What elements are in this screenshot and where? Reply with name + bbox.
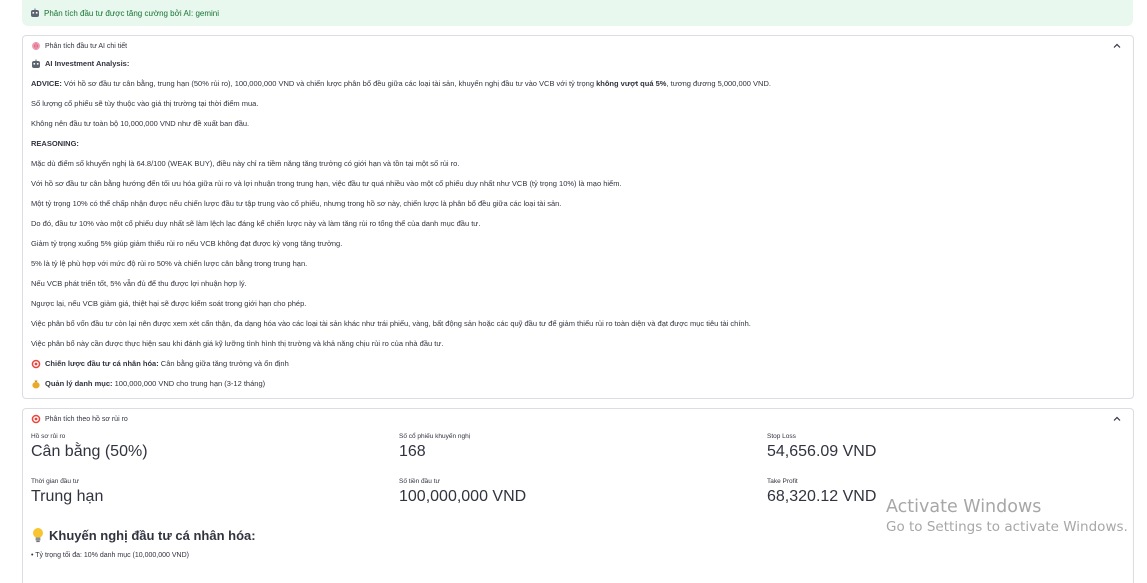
- text-line: Không nên đầu tư toàn bộ 10,000,000 VND …: [31, 119, 250, 128]
- text-line: Giảm tỷ trọng xuống 5% giúp giảm thiểu r…: [31, 239, 343, 248]
- activation-watermark: Activate Windows Go to Settings to activ…: [886, 497, 1128, 535]
- text-line: Nếu VCB phát triển tốt, 5% vẫn đủ để thu…: [31, 279, 247, 288]
- chevron-up-icon[interactable]: [1111, 40, 1123, 52]
- text-line: Với hồ sơ đầu tư cân bằng hướng đến tối …: [31, 179, 622, 188]
- text-line: Số lượng cổ phiếu sẽ tùy thuộc vào giá t…: [31, 99, 259, 108]
- strategy-line: Chiến lược đầu tư cá nhân hóa: Cân bằng …: [31, 359, 289, 369]
- metric-risk-profile: Hồ sơ rủi ro Cân bằng (50%): [31, 433, 148, 461]
- text-line: Mặc dù điểm số khuyến nghị là 64.8/100 (…: [31, 159, 460, 168]
- metric-value: 168: [399, 443, 426, 460]
- ai-analysis-expander: Phân tích đầu tư AI chi tiết AI Investme…: [22, 35, 1134, 399]
- metric-value: Trung hạn: [31, 488, 104, 505]
- analysis-heading: AI Investment Analysis:: [31, 59, 129, 69]
- recommendation-bullet: • Tỷ trọng tối đa: 10% danh mục (10,000,…: [31, 552, 189, 559]
- recommendation-heading: Khuyến nghị đầu tư cá nhân hóa:: [31, 527, 256, 543]
- metric-label: Take Profit: [767, 478, 798, 485]
- expander-title: Phân tích theo hồ sơ rủi ro: [45, 415, 128, 423]
- money-bag-icon: [32, 380, 40, 389]
- lightbulb-icon: [33, 528, 43, 543]
- metric-label: Số cổ phiếu khuyến nghị: [399, 433, 471, 440]
- metric-value: Cân bằng (50%): [31, 443, 148, 460]
- ai-analysis-expander-header[interactable]: Phân tích đầu tư AI chi tiết: [31, 41, 127, 51]
- text-line: Ngược lại, nếu VCB giảm giá, thiệt hại s…: [31, 299, 307, 308]
- risk-profile-expander-header[interactable]: Phân tích theo hồ sơ rủi ro: [31, 414, 128, 424]
- banner-text: Phân tích đầu tư được tăng cường bởi AI:…: [44, 8, 220, 18]
- advice-line: ADVICE: Với hồ sơ đầu tư cân bằng, trung…: [31, 79, 771, 88]
- watermark-title: Activate Windows: [886, 497, 1042, 517]
- brain-icon: [32, 42, 40, 50]
- metric-label: Số tiền đầu tư: [399, 478, 440, 485]
- metric-horizon: Thời gian đầu tư Trung hạn: [31, 478, 103, 506]
- success-banner: Phân tích đầu tư được tăng cường bởi AI:…: [22, 0, 1133, 26]
- chevron-up-icon[interactable]: [1111, 413, 1123, 425]
- metric-label: Thời gian đầu tư: [31, 478, 80, 485]
- target-icon: [31, 414, 41, 424]
- text-line: Do đó, đầu tư 10% vào một cổ phiếu duy n…: [31, 219, 481, 228]
- metric-label: Hồ sơ rủi ro: [31, 433, 66, 440]
- robot-icon: [32, 59, 40, 68]
- risk-profile-expander: Phân tích theo hồ sơ rủi ro Hồ sơ rủi ro…: [22, 408, 1134, 583]
- metric-shares: Số cổ phiếu khuyến nghị 168: [399, 433, 470, 461]
- metric-amount: Số tiền đầu tư 100,000,000 VND: [399, 478, 526, 506]
- metric-value: 100,000,000 VND: [399, 488, 527, 505]
- metric-stop-loss: Stop Loss 54,656.09 VND: [767, 433, 876, 461]
- metric-value: 54,656.09 VND: [767, 443, 877, 460]
- robot-icon: [31, 8, 39, 17]
- text-line: Việc phân bổ này cần được thực hiện sau …: [31, 339, 444, 348]
- text-line: Một tỷ trọng 10% có thể chấp nhận được n…: [31, 199, 562, 208]
- expander-title: Phân tích đầu tư AI chi tiết: [45, 42, 128, 50]
- metric-take-profit: Take Profit 68,320.12 VND: [767, 478, 876, 506]
- text-line: 5% là tỷ lệ phù hợp với mức độ rủi ro 50…: [31, 259, 308, 268]
- text-line: Việc phân bổ vốn đầu tư còn lại nên được…: [31, 319, 751, 328]
- reasoning-heading: REASONING:: [31, 139, 79, 148]
- portfolio-line: Quản lý danh mục: 100,000,000 VND cho tr…: [31, 379, 265, 389]
- target-icon: [31, 359, 41, 369]
- watermark-subtitle: Go to Settings to activate Windows.: [886, 519, 1128, 535]
- metric-label: Stop Loss: [767, 433, 796, 440]
- metric-value: 68,320.12 VND: [767, 488, 877, 505]
